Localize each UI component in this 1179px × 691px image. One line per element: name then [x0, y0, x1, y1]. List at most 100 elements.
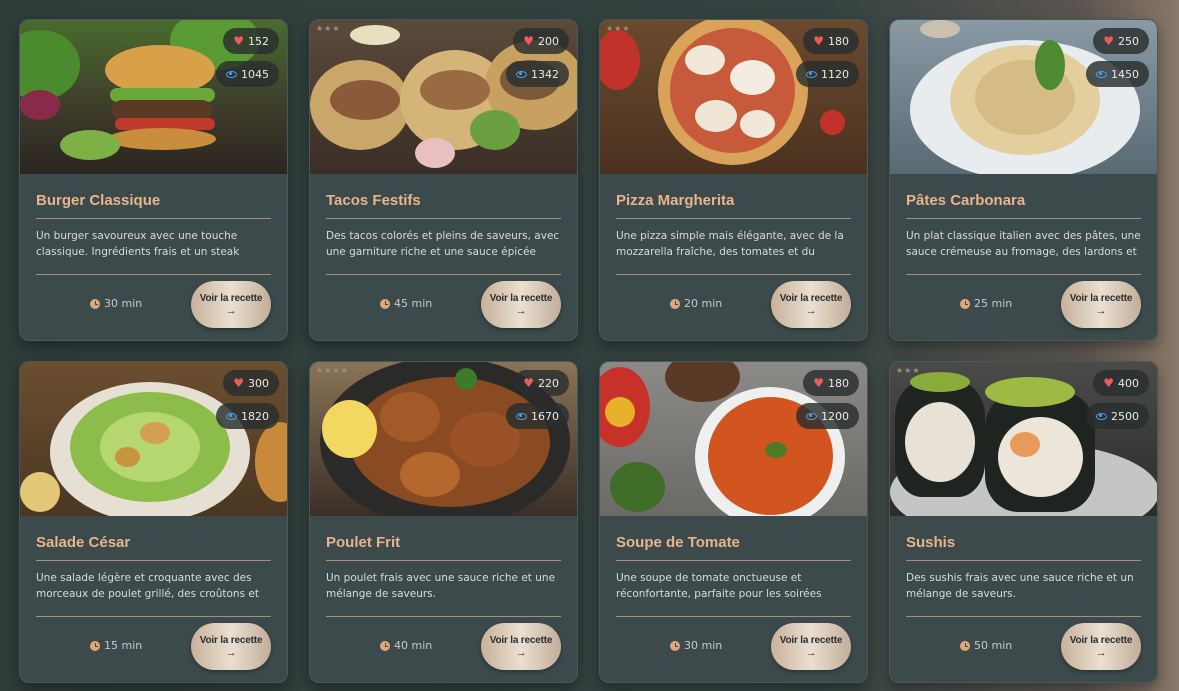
likes-badge[interactable]: ♥ 200 [513, 28, 569, 54]
recipe-card[interactable]: ★★★★ ♥ 220 1670 Poulet Frit Un poulet fra… [309, 361, 578, 683]
views-count: 1120 [821, 67, 849, 81]
views-badge: 1045 [216, 61, 279, 87]
arrow-right-icon: → [225, 304, 237, 317]
likes-badge[interactable]: ♥ 220 [513, 370, 569, 396]
clock-icon [960, 298, 970, 309]
views-count: 1820 [241, 409, 269, 423]
recipe-grid: ♥ 152 1045 Burger Classique Un burger sav… [19, 19, 1158, 683]
prep-time-value: 50 min [974, 639, 1013, 652]
arrow-right-icon: → [515, 304, 527, 317]
heart-icon: ♥ [1103, 376, 1114, 390]
prep-time: 20 min [670, 297, 722, 310]
recipe-card[interactable]: ♥ 180 1200 Soupe de Tomate Une soupe de t… [599, 361, 868, 683]
recipe-card[interactable]: ★★★ ♥ 250 1450 Pâtes Carbonara Un plat cl… [889, 19, 1158, 341]
views-badge: 1670 [506, 403, 569, 429]
divider [326, 218, 561, 219]
eye-icon [516, 412, 527, 420]
prep-time: 40 min [380, 639, 432, 652]
views-badge: 1200 [796, 403, 859, 429]
recipe-title: Pâtes Carbonara [906, 192, 1026, 209]
rating-stars: ★★★ [896, 24, 921, 33]
likes-count: 180 [828, 34, 849, 48]
likes-count: 250 [1118, 34, 1139, 48]
recipe-description: Des sushis frais avec une sauce riche et… [906, 572, 1134, 600]
rating-stars: ★★★★ [316, 366, 349, 375]
recipe-title: Burger Classique [36, 192, 161, 209]
heart-icon: ♥ [233, 34, 244, 48]
views-count: 1450 [1111, 67, 1139, 81]
likes-badge[interactable]: ♥ 400 [1093, 370, 1149, 396]
view-recipe-button[interactable]: Voir la recette → [481, 281, 561, 328]
view-recipe-button[interactable]: Voir la recette → [191, 623, 271, 670]
recipe-card[interactable]: ★★★ ♥ 400 2500 Sushis Des sushis frais av… [889, 361, 1158, 683]
view-recipe-label: Voir la recette [1069, 292, 1133, 304]
likes-badge[interactable]: ♥ 180 [803, 370, 859, 396]
rating-stars: ★★★ [606, 24, 631, 33]
recipe-card[interactable]: ★★★ ♥ 180 1120 Pizza Margherita Une pizza… [599, 19, 868, 341]
arrow-right-icon: → [225, 646, 237, 659]
rating-stars: ★★★ [316, 24, 341, 33]
heart-icon: ♥ [523, 376, 534, 390]
likes-count: 180 [828, 376, 849, 390]
clock-icon [90, 298, 100, 309]
view-recipe-label: Voir la recette [199, 292, 263, 304]
views-count: 2500 [1111, 409, 1139, 423]
heart-icon: ♥ [813, 376, 824, 390]
likes-badge[interactable]: ♥ 300 [223, 370, 279, 396]
heart-icon: ♥ [1103, 34, 1114, 48]
view-recipe-button[interactable]: Voir la recette → [771, 281, 851, 328]
recipe-description: Un burger savoureux avec une touche clas… [36, 230, 240, 258]
view-recipe-label: Voir la recette [779, 634, 843, 646]
likes-badge[interactable]: ♥ 250 [1093, 28, 1149, 54]
view-recipe-button[interactable]: Voir la recette → [191, 281, 271, 328]
view-recipe-label: Voir la recette [489, 292, 553, 304]
view-recipe-button[interactable]: Voir la recette → [1061, 623, 1141, 670]
eye-icon [226, 412, 237, 420]
view-recipe-button[interactable]: Voir la recette → [481, 623, 561, 670]
divider [616, 560, 851, 561]
likes-badge[interactable]: ♥ 152 [223, 28, 279, 54]
divider [36, 218, 271, 219]
prep-time: 45 min [380, 297, 432, 310]
clock-icon [380, 298, 390, 309]
arrow-right-icon: → [515, 646, 527, 659]
eye-icon [226, 70, 237, 78]
prep-time-value: 40 min [394, 639, 433, 652]
prep-time-value: 45 min [394, 297, 433, 310]
clock-icon [960, 640, 970, 651]
eye-icon [1096, 70, 1107, 78]
recipe-card[interactable]: ♥ 152 1045 Burger Classique Un burger sav… [19, 19, 288, 341]
view-recipe-label: Voir la recette [199, 634, 263, 646]
likes-badge[interactable]: ♥ 180 [803, 28, 859, 54]
heart-icon: ♥ [233, 376, 244, 390]
prep-time: 50 min [960, 639, 1012, 652]
recipe-title: Pizza Margherita [616, 192, 735, 209]
view-recipe-label: Voir la recette [1069, 634, 1133, 646]
eye-icon [806, 70, 817, 78]
view-recipe-button[interactable]: Voir la recette → [1061, 281, 1141, 328]
heart-icon: ♥ [813, 34, 824, 48]
recipe-title: Sushis [906, 534, 956, 551]
likes-count: 152 [248, 34, 269, 48]
divider [906, 218, 1141, 219]
recipe-card[interactable]: ♥ 300 1820 Salade César Une salade légère… [19, 361, 288, 683]
arrow-right-icon: → [1095, 304, 1107, 317]
prep-time: 15 min [90, 639, 142, 652]
recipe-description: Des tacos colorés et pleins de saveurs, … [326, 230, 560, 258]
recipe-card[interactable]: ★★★ ♥ 200 1342 Tacos Festifs Des tacos co… [309, 19, 578, 341]
view-recipe-label: Voir la recette [489, 634, 553, 646]
recipe-description: Un poulet frais avec une sauce riche et … [326, 572, 556, 600]
views-badge: 1450 [1086, 61, 1149, 87]
prep-time-value: 20 min [684, 297, 723, 310]
recipe-title: Tacos Festifs [326, 192, 421, 209]
views-badge: 1120 [796, 61, 859, 87]
divider [906, 560, 1141, 561]
views-badge: 1820 [216, 403, 279, 429]
views-count: 1200 [821, 409, 849, 423]
view-recipe-button[interactable]: Voir la recette → [771, 623, 851, 670]
recipe-title: Soupe de Tomate [616, 534, 740, 551]
recipe-description: Une pizza simple mais élégante, avec de … [616, 230, 844, 258]
divider [326, 560, 561, 561]
likes-count: 300 [248, 376, 269, 390]
views-count: 1342 [531, 67, 559, 81]
